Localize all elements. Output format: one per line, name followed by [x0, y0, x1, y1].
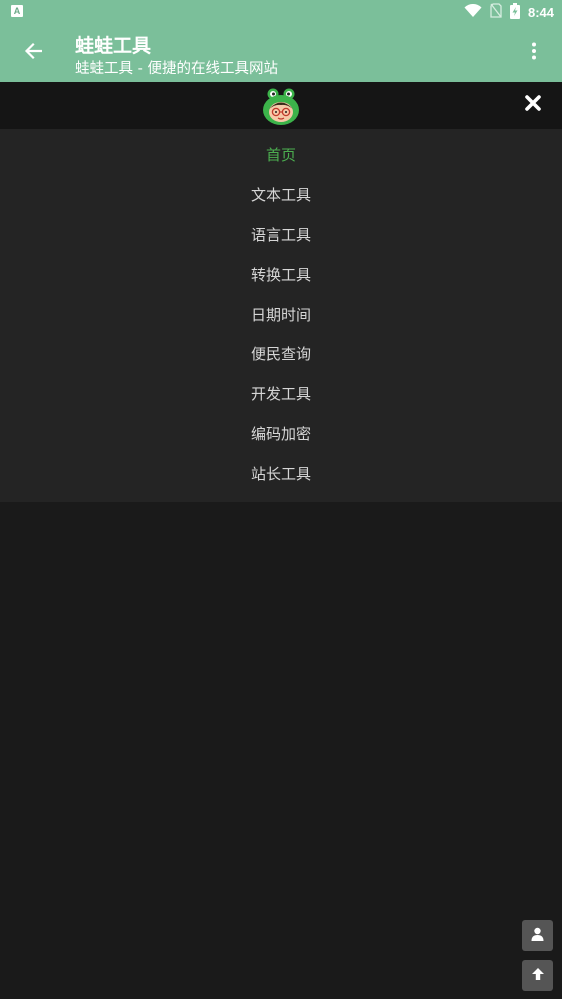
page-title: 蛙蛙工具: [75, 35, 152, 57]
wifi-icon: [464, 3, 482, 21]
arrow-up-icon: [531, 966, 545, 985]
close-icon: [525, 95, 541, 115]
more-options-button[interactable]: [522, 38, 546, 68]
more-vertical-icon: [531, 42, 537, 64]
nav-item-home[interactable]: 首页: [0, 135, 562, 175]
status-time: 8:44: [527, 4, 554, 20]
user-button[interactable]: [522, 920, 553, 951]
nav-item-webmaster-tools[interactable]: 站长工具: [0, 453, 562, 493]
close-menu-button[interactable]: [522, 94, 544, 116]
user-icon: [531, 926, 544, 945]
back-button[interactable]: [18, 38, 48, 68]
status-bar: A 8:44: [0, 0, 562, 24]
nav-item-text-tools[interactable]: 文本工具: [0, 175, 562, 215]
arrow-left-icon: [24, 42, 43, 64]
nav-item-dev-tools[interactable]: 开发工具: [0, 374, 562, 414]
back-to-top-button[interactable]: [522, 960, 553, 991]
nav-item-date-time[interactable]: 日期时间: [0, 294, 562, 334]
nav-item-encoding-encryption[interactable]: 编码加密: [0, 414, 562, 454]
page-subtitle: 蛙蛙工具 - 便捷的在线工具网站: [75, 61, 278, 77]
no-sim-icon: [490, 3, 502, 21]
nav-item-conversion-tools[interactable]: 转换工具: [0, 254, 562, 294]
notification-app-icon: A: [11, 5, 23, 17]
nav-menu: 首页 文本工具 语言工具 转换工具 日期时间 便民查询 开发工具 编码加密 站长…: [0, 129, 562, 502]
nav-item-convenience-query[interactable]: 便民查询: [0, 334, 562, 374]
nav-list: 首页 文本工具 语言工具 转换工具 日期时间 便民查询 开发工具 编码加密 站长…: [0, 135, 562, 493]
status-icons: 8:44: [464, 2, 554, 22]
frog-logo-icon[interactable]: [262, 86, 300, 126]
site-header: [0, 82, 562, 129]
app-bar: 蛙蛙工具 蛙蛙工具 - 便捷的在线工具网站: [0, 24, 562, 82]
nav-item-language-tools[interactable]: 语言工具: [0, 215, 562, 255]
battery-charging-icon: [509, 2, 520, 22]
